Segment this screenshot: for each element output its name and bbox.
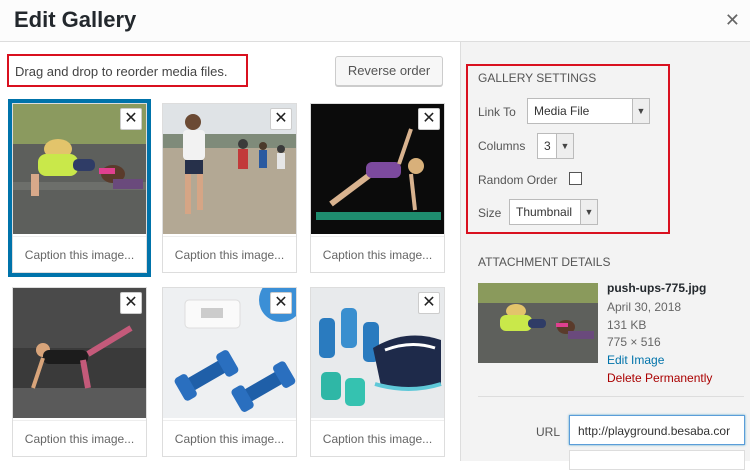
link-to-value: Media File	[534, 104, 590, 118]
edit-image-link[interactable]: Edit Image	[607, 353, 664, 367]
gallery-item[interactable]: ✕ Caption this image...	[162, 287, 297, 457]
sidebar-divider	[478, 396, 744, 397]
caption-input[interactable]: Caption this image...	[13, 236, 146, 272]
remove-icon[interactable]: ✕	[120, 292, 142, 314]
gallery-item[interactable]: ✕ Caption this image...	[310, 287, 445, 457]
chevron-down-icon: ▼	[632, 99, 649, 123]
attachment-thumbnail	[478, 283, 598, 363]
url-field[interactable]: http://playground.besaba.cor	[569, 415, 745, 445]
size-label: Size	[478, 206, 502, 220]
reorder-instructions: Drag and drop to reorder media files.	[7, 54, 248, 87]
gallery-item[interactable]: ✕ Caption this image...	[310, 103, 445, 273]
remove-icon[interactable]: ✕	[120, 108, 142, 130]
columns-label: Columns	[478, 139, 526, 153]
size-select[interactable]: Thumbnail ▼	[509, 199, 598, 225]
link-to-select[interactable]: Media File ▼	[527, 98, 650, 124]
columns-select[interactable]: 3 ▼	[537, 133, 574, 159]
attachment-dimensions: 775 × 516	[607, 335, 661, 349]
caption-input[interactable]: Caption this image...	[13, 420, 146, 456]
modal-title: Edit Gallery	[14, 7, 137, 32]
link-to-label: Link To	[478, 105, 516, 119]
caption-input[interactable]: Caption this image...	[163, 420, 296, 456]
caption-input[interactable]: Caption this image...	[311, 236, 444, 272]
url-label: URL	[536, 425, 561, 439]
attachment-date: April 30, 2018	[607, 300, 682, 314]
random-order-label: Random Order	[478, 173, 558, 187]
remove-icon[interactable]: ✕	[270, 108, 292, 130]
caption-input[interactable]: Caption this image...	[311, 420, 444, 456]
modal-header: Edit Gallery ✕	[0, 0, 750, 42]
remove-icon[interactable]: ✕	[270, 292, 292, 314]
next-field[interactable]	[569, 450, 745, 470]
gallery-item[interactable]: ✕ Caption this image...	[162, 103, 297, 273]
remove-icon[interactable]: ✕	[418, 108, 440, 130]
delete-permanently-link[interactable]: Delete Permanently	[607, 371, 712, 385]
gallery-settings-title: GALLERY SETTINGS	[478, 71, 597, 85]
size-value: Thumbnail	[516, 205, 573, 219]
columns-value: 3	[544, 139, 551, 153]
chevron-down-icon: ▼	[556, 134, 573, 158]
close-icon[interactable]: ✕	[725, 10, 740, 31]
gallery-item[interactable]: ✕ Caption this image...	[12, 287, 147, 457]
chevron-down-icon: ▼	[580, 200, 597, 224]
caption-input[interactable]: Caption this image...	[163, 236, 296, 272]
attachment-details-title: ATTACHMENT DETAILS	[478, 255, 611, 269]
random-order-checkbox[interactable]	[569, 172, 582, 185]
remove-icon[interactable]: ✕	[418, 292, 440, 314]
attachment-filesize: 131 KB	[607, 318, 647, 332]
gallery-item[interactable]: ✕ Caption this image...	[8, 99, 151, 277]
attachment-filename: push-ups-775.jpg	[607, 281, 707, 295]
reverse-order-button[interactable]: Reverse order	[335, 56, 443, 86]
